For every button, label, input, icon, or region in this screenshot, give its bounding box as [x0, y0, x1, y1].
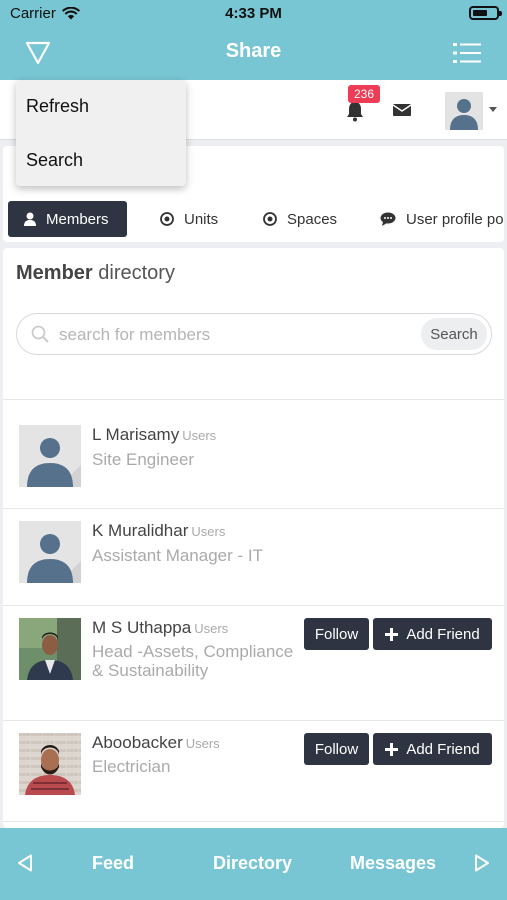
- divider: [3, 821, 504, 822]
- member-photo-image: [19, 618, 81, 680]
- member-photo-image: [19, 733, 81, 795]
- list-item-member[interactable]: K Muralidhar Users Assistant Manager - IT: [3, 509, 504, 605]
- add-friend-label: Add Friend: [406, 740, 480, 758]
- member-name[interactable]: L Marisamy: [92, 425, 179, 444]
- list-item-member[interactable]: M S Uthappa Users Head -Assets, Complianc…: [3, 606, 504, 720]
- member-role: Users: [182, 428, 217, 443]
- plus-icon: [385, 742, 399, 756]
- list-item-member[interactable]: Aboobacker Users Electrician Follow Add F…: [3, 721, 504, 821]
- tab-bar: Members Units Spaces User profile po: [8, 201, 507, 237]
- member-title: Electrician: [92, 757, 171, 776]
- add-friend-button[interactable]: Add Friend: [373, 733, 492, 765]
- menu-item-refresh[interactable]: Refresh: [26, 96, 89, 117]
- bell-icon[interactable]: [344, 100, 366, 122]
- radio-target-icon: [263, 212, 277, 226]
- tab-spaces[interactable]: Spaces: [263, 201, 337, 237]
- tab-units[interactable]: Units: [160, 201, 218, 237]
- tab-user-profile[interactable]: User profile po: [380, 201, 504, 237]
- member-name-row: Aboobacker Users: [92, 733, 220, 753]
- list-menu-icon[interactable]: [453, 42, 481, 64]
- search-icon: [31, 325, 49, 343]
- bottom-tab-messages[interactable]: Messages: [350, 853, 436, 874]
- member-name[interactable]: M S Uthappa: [92, 618, 191, 637]
- title-rest: directory: [98, 262, 175, 284]
- list-item-member[interactable]: L Marisamy Users Site Engineer: [3, 400, 504, 508]
- member-title: Site Engineer: [92, 450, 195, 469]
- tab-label: Members: [46, 210, 109, 228]
- member-name[interactable]: Aboobacker: [92, 733, 183, 752]
- member-photo[interactable]: [19, 733, 81, 795]
- page-title: Share: [225, 40, 282, 62]
- menu-item-search[interactable]: Search: [26, 150, 83, 171]
- search-input[interactable]: [59, 320, 409, 350]
- person-silhouette-icon: [19, 521, 81, 583]
- person-silhouette-icon: [19, 425, 81, 487]
- member-name-row: L Marisamy Users: [92, 425, 216, 445]
- member-avatar[interactable]: [19, 521, 81, 583]
- follow-button[interactable]: Follow: [304, 733, 369, 765]
- previous-arrow-icon[interactable]: [17, 854, 33, 872]
- member-photo[interactable]: [19, 618, 81, 680]
- mail-icon[interactable]: [392, 102, 412, 118]
- member-name-row: M S Uthappa Users: [92, 618, 228, 638]
- add-friend-button[interactable]: Add Friend: [373, 618, 492, 650]
- status-bar: Carrier 4:33 PM: [0, 0, 507, 28]
- member-name-row: K Muralidhar Users: [92, 521, 225, 541]
- bottom-tab-directory[interactable]: Directory: [213, 853, 292, 874]
- next-arrow-icon[interactable]: [474, 854, 490, 872]
- person-silhouette-icon: [445, 92, 483, 130]
- member-role: Users: [191, 524, 226, 539]
- notification-badge: 236: [348, 85, 381, 103]
- section-title: Member directory: [16, 262, 175, 285]
- status-time: 4:33 PM: [225, 5, 282, 22]
- context-menu: Refresh Search: [16, 80, 186, 186]
- bottom-tab-bar: Feed Directory Messages: [0, 828, 507, 900]
- tab-label: Spaces: [287, 210, 338, 228]
- add-friend-label: Add Friend: [406, 625, 480, 643]
- member-role: Users: [194, 621, 229, 636]
- battery-icon: [469, 6, 502, 20]
- tab-label: User profile po: [406, 210, 504, 228]
- radio-target-icon: [160, 212, 174, 226]
- tab-label: Units: [184, 210, 219, 228]
- title-bold: Member: [16, 262, 93, 284]
- user-icon: [24, 212, 36, 226]
- follow-button[interactable]: Follow: [304, 618, 369, 650]
- member-role: Users: [185, 736, 220, 751]
- member-directory-card: Member directory Search L MarisamyUsers …: [3, 248, 504, 828]
- comment-icon: [380, 212, 396, 226]
- top-bar: Carrier 4:33 PM Share: [0, 0, 507, 80]
- search-button[interactable]: Search: [421, 318, 487, 350]
- member-title: Assistant Manager - IT: [92, 546, 264, 565]
- member-title: Head -Assets, Compliance & Sustainabilit…: [92, 642, 294, 680]
- bottom-tab-feed[interactable]: Feed: [92, 853, 134, 874]
- member-search-box: Search: [16, 313, 492, 355]
- user-avatar[interactable]: [445, 92, 483, 130]
- tab-members[interactable]: Members: [8, 201, 127, 237]
- chevron-down-icon[interactable]: [489, 107, 497, 112]
- plus-icon: [385, 627, 399, 641]
- member-name[interactable]: K Muralidhar: [92, 521, 188, 540]
- member-avatar[interactable]: [19, 425, 81, 487]
